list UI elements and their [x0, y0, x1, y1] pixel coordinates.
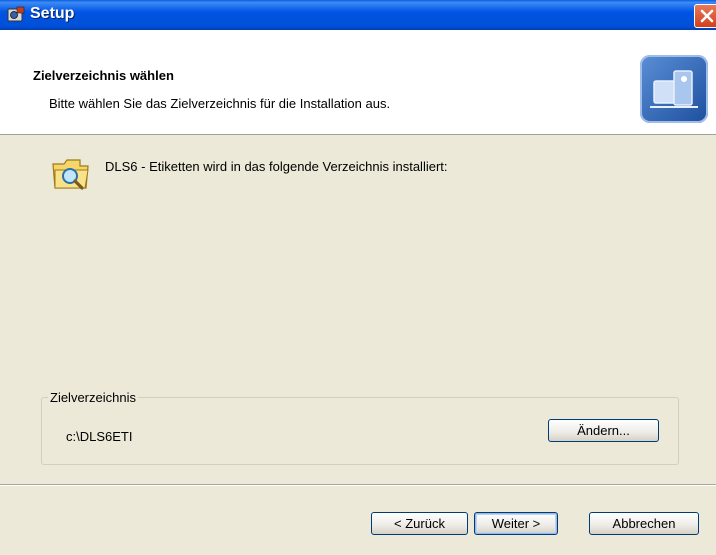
destination-group-label: Zielverzeichnis [50, 390, 136, 405]
title-bar[interactable]: Setup [0, 0, 716, 30]
setup-app-icon [7, 6, 25, 22]
next-button[interactable]: Weiter > [474, 512, 558, 535]
change-button[interactable]: Ändern... [548, 419, 659, 442]
installer-logo-icon [640, 55, 708, 123]
close-icon [700, 9, 714, 23]
close-button[interactable] [694, 4, 716, 28]
footer-separator [0, 484, 716, 486]
install-message: DLS6 - Etiketten wird in das folgende Ve… [105, 159, 448, 174]
destination-path: c:\DLS6ETI [66, 429, 133, 444]
folder-search-icon [52, 159, 89, 190]
back-button[interactable]: < Zurück [371, 512, 468, 535]
cancel-button[interactable]: Abbrechen [589, 512, 699, 535]
header-subtitle: Bitte wählen Sie das Zielverzeichnis für… [49, 96, 391, 111]
window-title: Setup [30, 5, 75, 22]
header-title: Zielverzeichnis wählen [33, 68, 174, 83]
wizard-header: Zielverzeichnis wählen Bitte wählen Sie … [0, 30, 716, 135]
